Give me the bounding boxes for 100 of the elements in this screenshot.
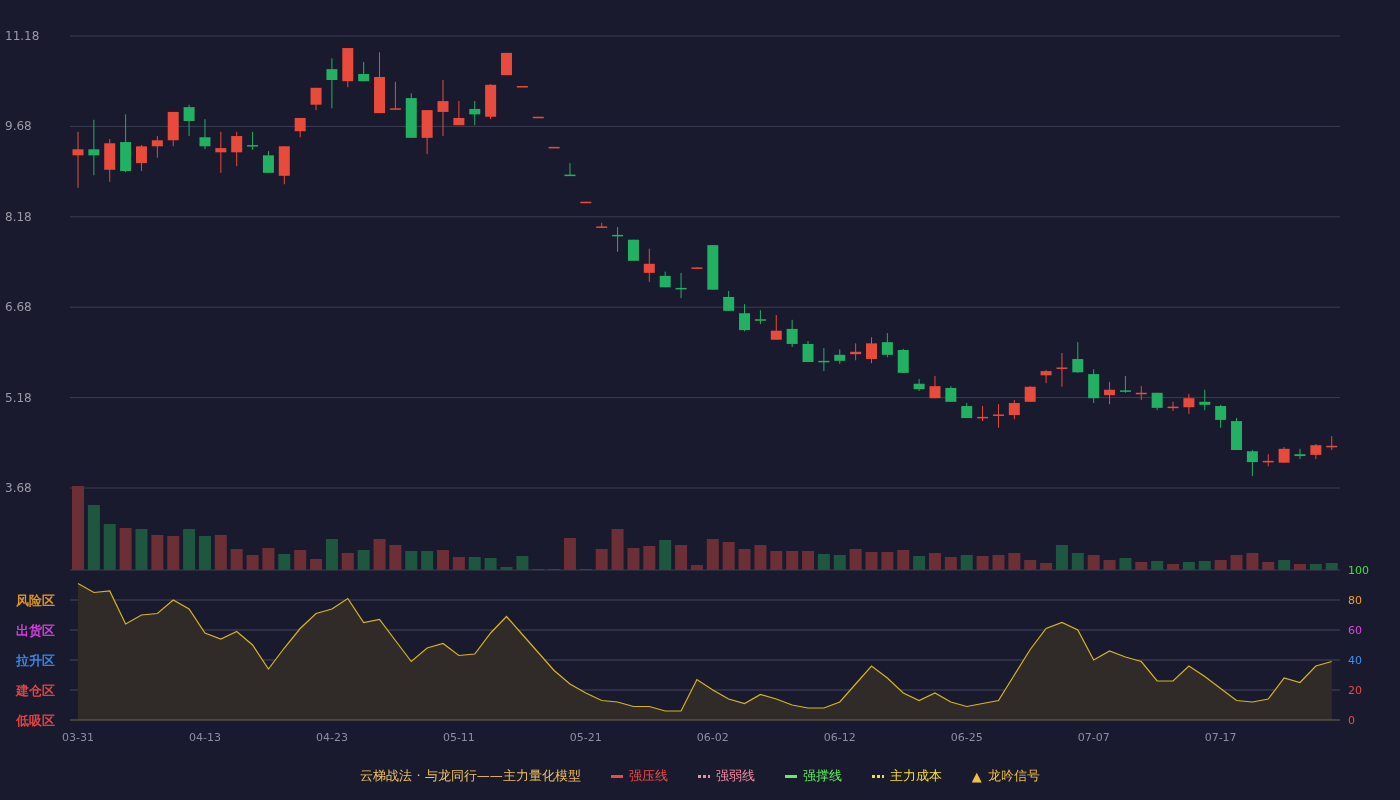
- legend-label: 强弱线: [715, 767, 755, 785]
- zone-label: 风险区: [16, 593, 55, 608]
- date-label: 07-07: [1077, 731, 1110, 744]
- date-label: 04-23: [315, 731, 348, 744]
- candlestick: [247, 131, 259, 151]
- candlestick: [913, 378, 925, 392]
- candlestick: [992, 403, 1004, 429]
- candlestick: [675, 272, 687, 299]
- candlestick: [104, 138, 116, 183]
- candlestick: [88, 119, 100, 176]
- candlestick: [1088, 368, 1100, 404]
- candlestick: [389, 81, 401, 110]
- date-label: 07-17: [1204, 731, 1237, 744]
- date-label: 05-21: [569, 731, 602, 744]
- candlestick: [1231, 417, 1242, 451]
- zone-label: 出货区: [16, 623, 55, 638]
- candlestick: [469, 100, 481, 126]
- candlestick: [1199, 389, 1211, 411]
- candlestick: [215, 131, 227, 174]
- candlestick: [580, 201, 592, 204]
- date-label: 04-13: [189, 731, 221, 744]
- candlestick: [167, 111, 179, 147]
- axis-label: 5.18: [5, 390, 32, 405]
- candlestick: [1151, 392, 1163, 411]
- candlestick: [358, 61, 370, 82]
- candlestick: [818, 347, 830, 372]
- candlestick: [1326, 435, 1338, 451]
- candlestick: [278, 145, 290, 185]
- candlestick: [1246, 449, 1258, 477]
- candlestick: [72, 131, 84, 189]
- candlestick: [1215, 404, 1227, 429]
- zone-label: 拉升区: [16, 653, 55, 668]
- candlestick: [707, 244, 719, 291]
- candlestick: [977, 405, 989, 422]
- candlestick: [1056, 352, 1068, 388]
- zone-label: 低吸区: [16, 713, 55, 728]
- candlestick: [199, 118, 211, 150]
- axis-label: 11.18: [5, 29, 40, 43]
- date-label: 06-12: [823, 731, 856, 744]
- legend-title: 云梯战法 · 与龙同行——主力量化模型: [360, 767, 581, 785]
- axis-label: 3.68: [5, 481, 32, 495]
- candlestick: [723, 290, 735, 312]
- candlestick: [739, 303, 751, 332]
- candlestick: [945, 385, 957, 403]
- candlestick: [1135, 385, 1147, 401]
- axis-label: 60: [1348, 624, 1362, 637]
- candlestick: [326, 57, 338, 109]
- candlestick: [564, 162, 576, 177]
- candlestick: [183, 104, 195, 137]
- candlestick: [659, 271, 671, 288]
- candlestick: [1294, 448, 1306, 460]
- axis-label: 20: [1348, 684, 1362, 697]
- candlestick: [802, 340, 814, 363]
- candlestick: [1278, 446, 1290, 464]
- candlestick: [516, 85, 528, 88]
- candlestick: [405, 92, 417, 139]
- legend-label: 主力成本: [889, 767, 942, 785]
- candlestick: [627, 239, 639, 262]
- triangle-marker: ▲: [971, 768, 982, 784]
- date-label: 06-02: [696, 731, 729, 744]
- candlestick: [754, 309, 766, 325]
- candlestick: [262, 150, 274, 174]
- candlestick: [1262, 453, 1274, 467]
- candlestick: [1119, 375, 1131, 394]
- candlestick: [643, 248, 655, 283]
- candlestick: [897, 348, 909, 374]
- candlestick: [1310, 443, 1322, 460]
- date-label: 05-11: [442, 731, 475, 744]
- candlestick: [1072, 341, 1084, 374]
- legend-label: 龙吟信号: [987, 767, 1040, 785]
- candlestick: [770, 314, 782, 341]
- zone-label: 建仓区: [16, 683, 55, 698]
- candlestick: [437, 79, 449, 137]
- candlestick: [691, 266, 703, 269]
- axis-label: 100: [1348, 564, 1369, 577]
- candlestick: [294, 117, 306, 138]
- candlestick: [1167, 401, 1179, 412]
- candlestick: [961, 402, 973, 419]
- candlestick: [786, 319, 798, 348]
- candlestick: [310, 87, 322, 111]
- candlestick: [374, 51, 386, 114]
- candlestick: [1183, 393, 1195, 415]
- candlestick: [1008, 399, 1020, 420]
- candlestick: [151, 135, 163, 159]
- candlestick: [866, 336, 877, 364]
- candlestick: [136, 144, 147, 172]
- legend-label: 强撑线: [802, 767, 842, 785]
- legend-label: 强压线: [628, 767, 668, 785]
- candlestick: [1040, 369, 1052, 384]
- candlestick: [501, 52, 512, 76]
- candlestick: [342, 47, 354, 88]
- axis-label: 0: [1348, 714, 1355, 727]
- candlestick: [120, 113, 132, 173]
- axis-label: 6.68: [5, 300, 32, 315]
- axis-label: 40: [1348, 654, 1362, 667]
- candlestick: [548, 146, 560, 149]
- axis-label: 9.68: [5, 119, 32, 134]
- candlestick: [881, 332, 893, 358]
- date-label: 06-25: [950, 731, 983, 744]
- candlestick: [929, 375, 941, 399]
